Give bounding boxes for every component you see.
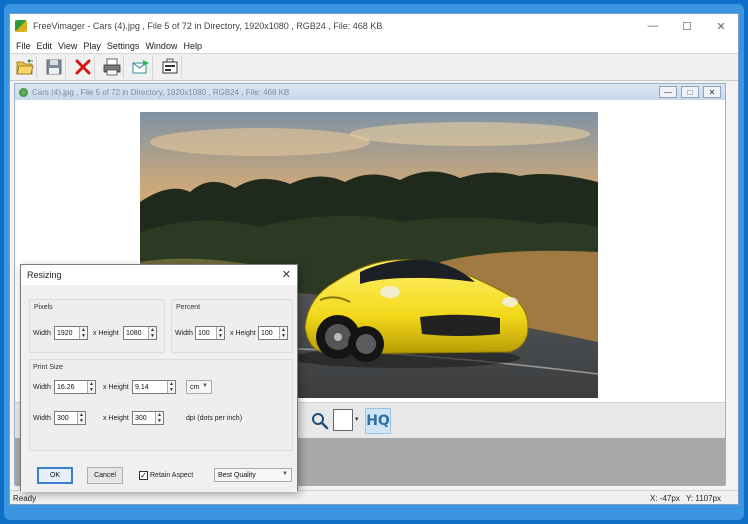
print-width-input[interactable]: 16.26 ▲ ▼ [54,380,96,394]
color-dropdown-arrow-icon[interactable]: ▾ [355,415,359,423]
ok-button[interactable]: OK [37,467,73,484]
status-x-coordinate: X: -47px [650,494,680,503]
percent-width-label: Width [175,330,193,337]
resizing-dialog: Resizing ✕ Pixels Width 1920 ▲ ▼ x Height… [20,264,298,492]
menu-view[interactable]: View [55,41,80,51]
dpi-width-input[interactable]: 300 ▲ ▼ [54,411,86,425]
status-bar: Ready X: -47px Y: 1107px [10,490,738,504]
pixels-width-input[interactable]: 1920 ▲ ▼ [54,326,88,340]
zoom-icon[interactable] [311,412,329,430]
menu-window[interactable]: Window [142,41,180,51]
delete-x-icon [75,59,91,75]
retain-aspect-checkbox[interactable]: ✓ [139,471,148,480]
maximize-button[interactable]: ☐ [670,14,704,38]
menu-help[interactable]: Help [180,41,205,51]
percent-width-input[interactable]: 100 ▲ ▼ [195,326,225,340]
window-controls: — ☐ ✕ [636,14,738,38]
print-height-value: 9.14 [135,383,149,391]
chevron-down-icon: ▼ [282,471,288,477]
percent-width-value: 100 [198,329,210,337]
menu-play[interactable]: Play [80,41,104,51]
pixels-group-label: Pixels [34,304,53,311]
dpi-height-label: x Height [103,415,129,422]
spin-arrows-icon[interactable]: ▲ ▼ [77,412,85,424]
document-minimize-button[interactable]: — [659,86,677,98]
spin-arrows-icon[interactable]: ▲ ▼ [155,412,163,424]
toolbar [10,53,738,81]
pixels-height-label: x Height [93,330,119,337]
percent-height-label: x Height [230,330,256,337]
title-bar: FreeVimager - Cars (4).jpg , File 5 of 7… [10,14,738,38]
cancel-button[interactable]: Cancel [87,467,123,484]
dpi-width-label: Width [33,415,51,422]
print-height-label: x Height [103,384,129,391]
print-button[interactable] [101,55,124,79]
dpi-label: dpi (dots per inch) [186,415,243,422]
email-send-icon [132,60,149,74]
open-folder-icon [16,59,34,75]
pixels-height-value: 1080 [126,329,142,337]
menu-bar: File Edit View Play Settings Window Help [10,38,738,53]
slideshow-icon [162,58,178,74]
dialog-close-icon[interactable]: ✕ [282,268,291,281]
status-text: Ready [13,494,37,503]
dpi-height-input[interactable]: 300 ▲ ▼ [132,411,164,425]
print-unit-select[interactable]: cm ▼ [186,380,212,394]
spin-arrows-icon[interactable]: ▲ ▼ [167,381,175,393]
dialog-body: Pixels Width 1920 ▲ ▼ x Height 1080 ▲ ▼ Pe… [21,285,297,492]
dialog-title: Resizing [27,270,62,280]
menu-settings[interactable]: Settings [104,41,143,51]
save-disk-icon [46,59,62,75]
pixels-group: Pixels Width 1920 ▲ ▼ x Height 1080 ▲ ▼ [29,299,165,353]
pixels-width-label: Width [33,330,51,337]
window-title: FreeVimager - Cars (4).jpg , File 5 of 7… [33,21,383,31]
document-title-bar: Cars (4).jpg , File 5 of 72 in Directory… [15,84,725,100]
app-logo-icon [15,20,27,32]
print-icon [103,58,121,76]
print-height-input[interactable]: 9.14 ▲ ▼ [132,380,176,394]
spin-arrows-icon[interactable]: ▲ ▼ [279,327,287,339]
menu-edit[interactable]: Edit [34,41,56,51]
email-button[interactable] [130,55,153,79]
document-icon [19,87,28,97]
print-unit-value: cm [190,383,200,391]
percent-height-input[interactable]: 100 ▲ ▼ [258,326,288,340]
print-width-value: 16.26 [57,383,75,391]
print-size-group-label: Print Size [33,364,63,371]
percent-height-value: 100 [261,329,273,337]
dpi-height-value: 300 [135,414,147,422]
save-button[interactable] [43,55,66,79]
chevron-down-icon: ▼ [202,383,208,389]
document-close-button[interactable]: ✕ [703,86,721,98]
minimize-button[interactable]: — [636,14,670,38]
background-color-swatch[interactable] [333,409,353,431]
document-window-controls: — □ ✕ [655,86,721,98]
slideshow-button[interactable] [159,55,182,79]
quality-select[interactable]: Best Quality ▼ [214,468,292,482]
percent-group-label: Percent [176,304,201,311]
percent-group: Percent Width 100 ▲ ▼ x Height 100 ▲ ▼ [171,299,293,353]
hq-toggle-button[interactable]: HQ [365,408,391,434]
pixels-width-value: 1920 [57,329,73,337]
spin-arrows-icon[interactable]: ▲ ▼ [87,381,95,393]
dpi-width-value: 300 [57,414,69,422]
menu-file[interactable]: File [13,41,34,51]
spin-arrows-icon[interactable]: ▲ ▼ [79,327,87,339]
document-restore-button[interactable]: □ [681,86,699,98]
spin-arrows-icon[interactable]: ▲ ▼ [216,327,224,339]
close-button[interactable]: ✕ [704,14,738,38]
status-y-coordinate: Y: 1107px [686,494,721,503]
retain-aspect-label: Retain Aspect [150,472,194,479]
quality-value: Best Quality [218,471,256,479]
print-size-group: Print Size Width 16.26 ▲ ▼ x Height 9.14 … [29,359,293,451]
document-title: Cars (4).jpg , File 5 of 72 in Directory… [32,87,290,97]
pixels-height-input[interactable]: 1080 ▲ ▼ [123,326,157,340]
print-width-label: Width [33,384,51,391]
delete-button[interactable] [72,55,95,79]
spin-arrows-icon[interactable]: ▲ ▼ [148,327,156,339]
open-button[interactable] [14,55,37,79]
